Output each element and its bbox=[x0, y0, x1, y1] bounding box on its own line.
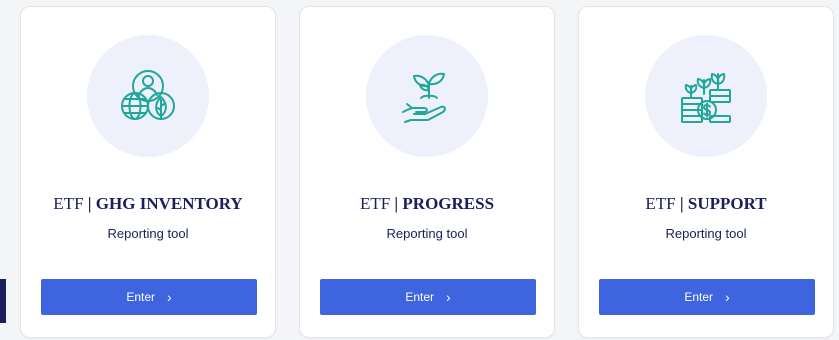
coins-plants-icon bbox=[681, 73, 731, 123]
card-title: ETF | SUPPORT bbox=[645, 194, 767, 213]
icon-circle bbox=[366, 35, 488, 157]
card-title: ETF | GHG INVENTORY bbox=[53, 194, 243, 213]
card-subtitle: Reporting tool bbox=[107, 226, 189, 241]
support-card: ETF | SUPPORT Reporting tool Enter › bbox=[578, 6, 834, 338]
chevron-right-icon: › bbox=[167, 289, 172, 305]
enter-label: Enter bbox=[126, 290, 155, 304]
enter-button[interactable]: Enter › bbox=[41, 279, 257, 315]
card-title: ETF | PROGRESS bbox=[359, 194, 495, 213]
side-tab[interactable] bbox=[0, 279, 6, 323]
ghg-inventory-card: ETF | GHG INVENTORY Reporting tool Enter… bbox=[20, 6, 276, 338]
icon-circle bbox=[87, 35, 209, 157]
chevron-right-icon: › bbox=[725, 289, 730, 305]
progress-card: ETF | PROGRESS Reporting tool Enter › bbox=[299, 6, 555, 338]
hand-sprout-icon bbox=[402, 72, 446, 123]
enter-button[interactable]: Enter › bbox=[599, 279, 815, 315]
card-subtitle: Reporting tool bbox=[665, 226, 747, 241]
chevron-right-icon: › bbox=[446, 289, 451, 305]
enter-label: Enter bbox=[684, 290, 713, 304]
card-subtitle: Reporting tool bbox=[386, 226, 468, 241]
icon-circle bbox=[645, 35, 767, 157]
enter-button[interactable]: Enter › bbox=[320, 279, 536, 315]
globe-person-leaf-icon bbox=[121, 70, 175, 120]
enter-label: Enter bbox=[405, 290, 434, 304]
